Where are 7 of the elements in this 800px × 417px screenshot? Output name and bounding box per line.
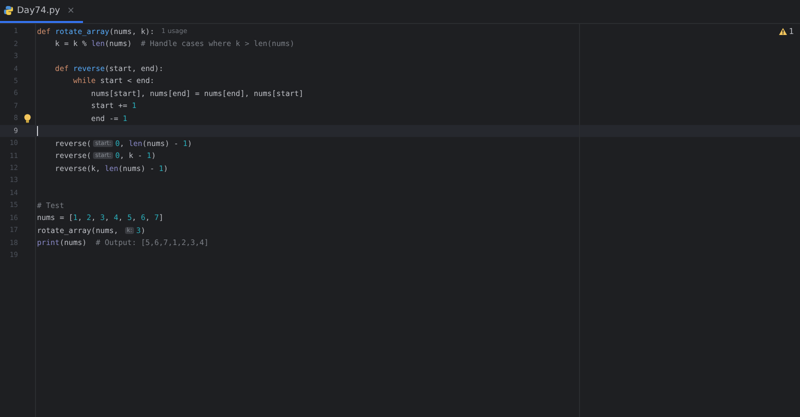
warning-icon — [778, 28, 787, 35]
warning-count: 1 — [788, 27, 794, 36]
close-icon[interactable]: × — [67, 6, 75, 16]
lightbulb-icon[interactable] — [24, 114, 31, 123]
python-icon — [4, 6, 13, 15]
warning-indicator[interactable]: 1 — [778, 27, 794, 36]
text-caret — [37, 126, 38, 136]
